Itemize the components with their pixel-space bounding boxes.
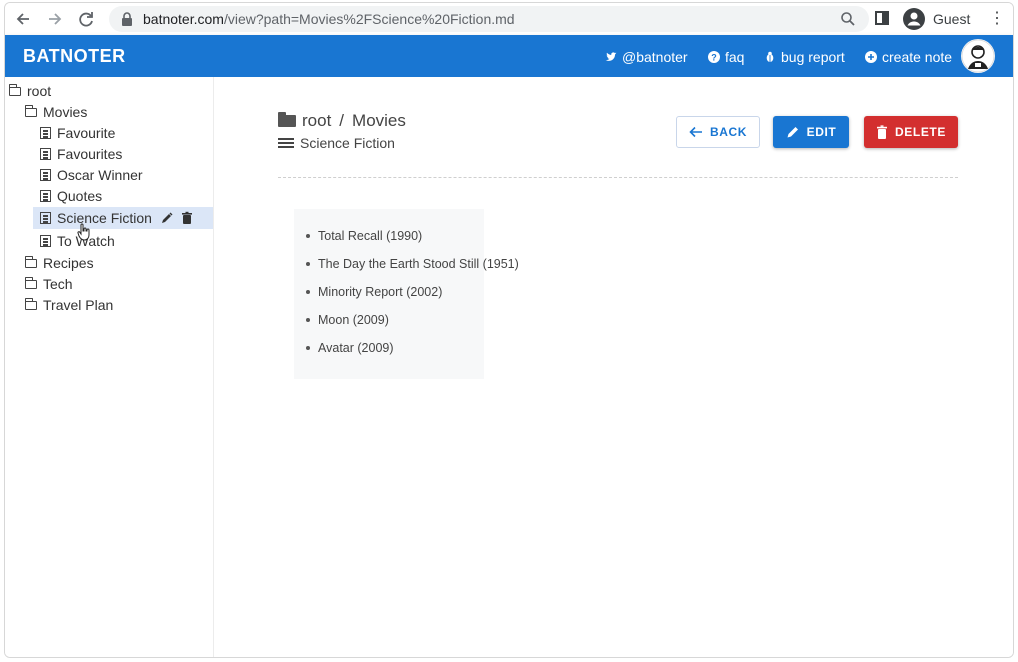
profile-label: Guest bbox=[933, 11, 971, 27]
profile-avatar-icon bbox=[903, 8, 925, 30]
list-item: Minority Report (2002) bbox=[304, 283, 519, 311]
profile-chip[interactable]: Guest bbox=[901, 6, 981, 32]
tree-folder-tech[interactable]: Tech bbox=[24, 274, 73, 294]
lock-icon bbox=[122, 12, 132, 26]
twitter-link[interactable]: @batnoter bbox=[605, 49, 688, 65]
tree-folder-travel-plan[interactable]: Travel Plan bbox=[24, 295, 114, 315]
tree-note-quotes[interactable]: Quotes bbox=[40, 186, 102, 206]
folder-icon bbox=[24, 276, 37, 289]
delete-button-label: DELETE bbox=[895, 125, 946, 139]
note-file-icon bbox=[40, 212, 51, 224]
edit-button[interactable]: EDIT bbox=[773, 116, 849, 148]
faq-link[interactable]: ? faq bbox=[708, 49, 744, 65]
faq-link-label: faq bbox=[725, 49, 745, 65]
tree-note-label: Favourites bbox=[57, 146, 123, 162]
browser-toolbar: batnoter.com/view?path=Movies%2FScience%… bbox=[5, 3, 1013, 36]
help-circle-icon: ? bbox=[708, 51, 720, 63]
tree-folder-label: Tech bbox=[43, 276, 73, 292]
edit-button-label: EDIT bbox=[806, 125, 837, 139]
app-header: BATNOTER @batnoter ? faq bug report crea… bbox=[5, 35, 1013, 77]
tree-note-label: Science Fiction bbox=[57, 210, 152, 226]
tree-note-favourite[interactable]: Favourite bbox=[40, 123, 115, 143]
twitter-icon bbox=[605, 52, 617, 61]
note-view: root / Movies Science Fiction BACK EDIT … bbox=[214, 77, 1013, 657]
svg-text:?: ? bbox=[711, 52, 717, 62]
tree-note-label: Favourite bbox=[57, 125, 116, 141]
tree-note-oscar-winner[interactable]: Oscar Winner bbox=[40, 165, 143, 185]
tree-folder-label: Recipes bbox=[43, 255, 94, 271]
folder-icon bbox=[24, 104, 37, 117]
folder-filled-icon bbox=[278, 112, 296, 127]
breadcrumb-root[interactable]: root bbox=[302, 111, 331, 131]
delete-button[interactable]: DELETE bbox=[864, 116, 958, 148]
tree-folder-label: Travel Plan bbox=[43, 297, 114, 313]
list-item: Moon (2009) bbox=[304, 311, 519, 339]
menu-kebab-icon[interactable]: ⋮ bbox=[989, 9, 1005, 29]
url-text: batnoter.com/view?path=Movies%2FScience%… bbox=[143, 11, 515, 27]
note-file-icon bbox=[40, 190, 51, 202]
tree-note-label: Oscar Winner bbox=[57, 167, 143, 183]
twitter-link-label: @batnoter bbox=[622, 49, 688, 65]
header-divider bbox=[278, 177, 958, 178]
plus-circle-icon bbox=[865, 51, 877, 63]
bug-report-link[interactable]: bug report bbox=[764, 49, 845, 65]
list-item: Avatar (2009) bbox=[304, 339, 519, 367]
reload-icon[interactable] bbox=[75, 8, 97, 30]
tree-folder-recipes[interactable]: Recipes bbox=[24, 253, 94, 273]
address-bar[interactable]: batnoter.com/view?path=Movies%2FScience%… bbox=[109, 6, 869, 32]
tree-folder-label: root bbox=[27, 83, 52, 99]
note-file-icon bbox=[40, 148, 51, 160]
list-item: Total Recall (1990) bbox=[304, 227, 519, 255]
delete-trash-icon bbox=[877, 125, 888, 139]
url-host: batnoter.com bbox=[143, 11, 224, 27]
bug-report-link-label: bug report bbox=[781, 49, 845, 65]
hand-cursor-icon bbox=[77, 223, 90, 241]
edit-pencil-icon[interactable] bbox=[160, 211, 174, 225]
note-title-row: Science Fiction bbox=[278, 135, 395, 151]
user-avatar[interactable] bbox=[961, 39, 995, 73]
folder-icon bbox=[24, 255, 37, 268]
note-content-list: Total Recall (1990) The Day the Earth St… bbox=[304, 227, 519, 367]
note-file-icon bbox=[40, 127, 51, 139]
back-arrow-icon[interactable] bbox=[13, 8, 35, 30]
note-file-icon bbox=[40, 169, 51, 181]
back-button[interactable]: BACK bbox=[676, 116, 760, 148]
url-path: /view?path=Movies%2FScience%20Fiction.md bbox=[223, 11, 515, 27]
tree-note-label: Quotes bbox=[57, 188, 103, 204]
breadcrumb-folder[interactable]: Movies bbox=[352, 111, 406, 131]
tree-folder-label: Movies bbox=[43, 104, 88, 120]
edit-pencil-icon bbox=[787, 127, 798, 138]
zoom-icon[interactable] bbox=[839, 10, 857, 28]
list-item: The Day the Earth Stood Still (1951) bbox=[304, 255, 519, 283]
notes-lines-icon bbox=[278, 137, 294, 149]
note-file-icon bbox=[40, 235, 51, 247]
breadcrumb: root / Movies bbox=[278, 111, 406, 131]
folder-icon bbox=[24, 297, 37, 310]
create-note-link[interactable]: create note bbox=[865, 49, 952, 65]
tree-folder-root[interactable]: root bbox=[8, 81, 52, 101]
back-button-label: BACK bbox=[709, 125, 748, 139]
brand-logo[interactable]: BATNOTER bbox=[23, 46, 126, 67]
note-title: Science Fiction bbox=[300, 135, 395, 151]
forward-arrow-icon[interactable] bbox=[43, 8, 65, 30]
bug-icon bbox=[766, 51, 774, 62]
breadcrumb-separator: / bbox=[339, 111, 345, 130]
create-note-link-label: create note bbox=[882, 49, 953, 65]
browser-window: batnoter.com/view?path=Movies%2FScience%… bbox=[4, 2, 1014, 658]
side-panel-icon[interactable] bbox=[875, 11, 889, 25]
arrow-left-icon bbox=[689, 126, 702, 138]
folder-icon bbox=[8, 83, 21, 96]
tree-note-science-fiction[interactable]: Science Fiction bbox=[33, 207, 213, 229]
sidebar-tree: root Movies Favourite Favourites Oscar W… bbox=[5, 77, 214, 657]
tree-folder-movies[interactable]: Movies bbox=[24, 102, 88, 122]
delete-trash-icon[interactable] bbox=[180, 211, 194, 225]
tree-note-favourites[interactable]: Favourites bbox=[40, 144, 122, 164]
